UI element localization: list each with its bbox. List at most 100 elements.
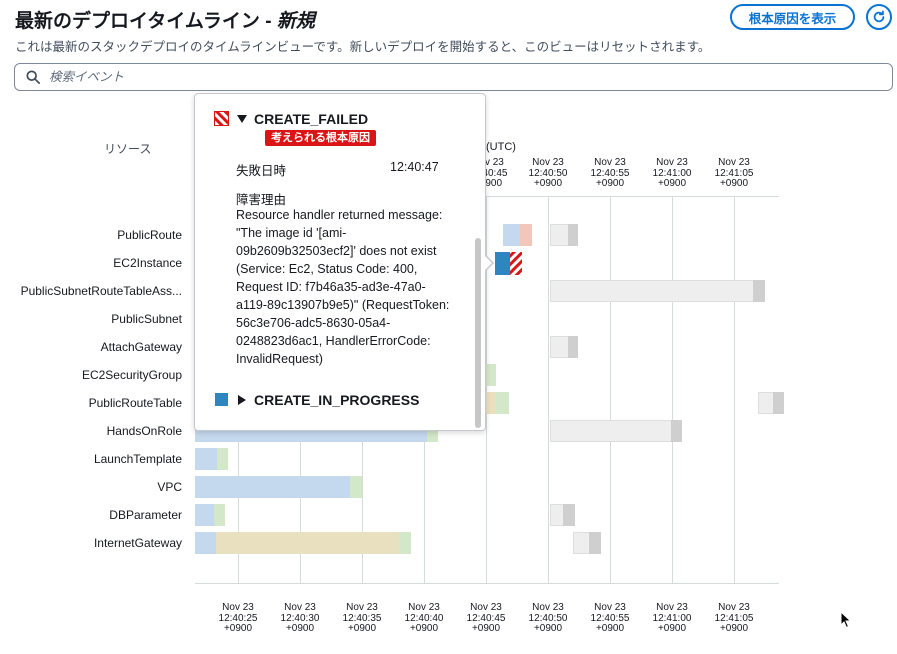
bar-vpc-complete[interactable] xyxy=(350,476,362,498)
failed-status-icon xyxy=(214,111,229,126)
bar-dbparameter-complete[interactable] xyxy=(214,504,225,526)
refresh-icon xyxy=(873,10,885,23)
bar-publicroute-delete-end[interactable] xyxy=(568,224,578,246)
bar-ec2securitygroup-complete[interactable] xyxy=(486,364,496,386)
resource-label[interactable]: DBParameter xyxy=(109,508,182,522)
bar-vpc-progress[interactable] xyxy=(195,476,350,498)
top-tick-date: Nov 23 xyxy=(718,157,750,168)
bar-internetgateway-progress[interactable] xyxy=(195,532,216,554)
search-input[interactable] xyxy=(49,67,869,87)
bar-publicsubnetroutetableass-end[interactable] xyxy=(753,280,765,302)
failure-reason-text: Resource handler returned message: "The … xyxy=(236,208,450,366)
failed-status-label[interactable]: CREATE_FAILED xyxy=(254,111,368,127)
bottom-tick-date: Nov 23 xyxy=(222,602,254,613)
bar-internetgateway-tan[interactable] xyxy=(216,532,399,554)
mouse-cursor-icon xyxy=(840,611,852,629)
bottom-tick-tz: +0900 xyxy=(657,623,687,634)
bar-handsonrole-end[interactable] xyxy=(671,420,682,442)
bottom-tick-tz: +0900 xyxy=(347,623,377,634)
bar-publicroutetable-complete[interactable] xyxy=(496,392,509,414)
top-tick: Nov 23 12:40:50 +0900 xyxy=(518,157,578,190)
failed-time-label: 失敗日時 xyxy=(236,164,287,178)
show-root-cause-button[interactable]: 根本原因を表示 xyxy=(730,4,855,30)
gridline xyxy=(734,196,735,583)
resource-label[interactable]: AttachGateway xyxy=(101,340,182,354)
top-tick-date: Nov 23 xyxy=(656,157,688,168)
bar-dbparameter-progress[interactable] xyxy=(195,504,214,526)
gridline xyxy=(610,196,611,583)
root-cause-badge: 考えられる根本原因 xyxy=(265,130,376,146)
bottom-tick: Nov 23 12:40:40 +0900 xyxy=(394,602,454,635)
resource-label[interactable]: EC2SecurityGroup xyxy=(82,368,182,382)
bottom-tick-tz: +0900 xyxy=(409,623,439,634)
bottom-tick-date: Nov 23 xyxy=(346,602,378,613)
bar-internetgateway-end[interactable] xyxy=(589,532,601,554)
resource-label[interactable]: PublicSubnetRouteTableAss... xyxy=(21,284,182,298)
resource-label[interactable]: LaunchTemplate xyxy=(94,452,182,466)
refresh-button[interactable] xyxy=(866,4,892,30)
grid-bottom-line xyxy=(195,583,779,584)
top-tick: Nov 23 12:41:00 +0900 xyxy=(642,157,702,190)
bottom-tick: Nov 23 12:40:25 +0900 xyxy=(208,602,268,635)
bottom-tick-date: Nov 23 xyxy=(470,602,502,613)
bottom-tick-tz: +0900 xyxy=(471,623,501,634)
bar-launchtemplate-progress[interactable] xyxy=(195,448,217,470)
resource-label[interactable]: VPC xyxy=(157,480,182,494)
resource-label[interactable]: PublicRouteTable xyxy=(89,396,182,410)
ec2instance-failed-marker[interactable] xyxy=(495,252,522,275)
gridline xyxy=(672,196,673,583)
page-subtitle: これは最新のスタックデプロイのタイムラインビューです。新しいデプロイを開始すると… xyxy=(15,40,711,54)
bottom-tick: Nov 23 12:41:05 +0900 xyxy=(704,602,764,635)
bar-attachgateway-end[interactable] xyxy=(568,336,578,358)
bottom-tick: Nov 23 12:41:00 +0900 xyxy=(642,602,702,635)
bar-publicroutetable-progress[interactable] xyxy=(486,392,496,414)
resource-label[interactable]: PublicRoute xyxy=(117,228,182,242)
bar-publicroute-progress[interactable] xyxy=(503,224,520,246)
resource-label[interactable]: InternetGateway xyxy=(94,536,182,550)
page-title: 最新のデプロイタイムライン - 新規 xyxy=(15,11,315,32)
search-box[interactable] xyxy=(14,63,893,91)
bar-publicroute-delete[interactable] xyxy=(550,224,570,246)
search-icon xyxy=(26,70,40,84)
resource-label[interactable]: HandsOnRole xyxy=(107,424,182,438)
top-tick: Nov 23 12:40:55 +0900 xyxy=(580,157,640,190)
bottom-tick-date: Nov 23 xyxy=(656,602,688,613)
resource-column-header: リソース xyxy=(104,142,152,156)
bar-internetgateway-delete[interactable] xyxy=(573,532,590,554)
bottom-tick-date: Nov 23 xyxy=(594,602,626,613)
bottom-tick-tz: +0900 xyxy=(719,623,749,634)
in-progress-status-label[interactable]: CREATE_IN_PROGRESS xyxy=(254,392,419,408)
bar-publicroute-failed[interactable] xyxy=(520,224,532,246)
bar-attachgateway-delete[interactable] xyxy=(550,336,570,358)
bar-launchtemplate-complete[interactable] xyxy=(217,448,228,470)
bottom-tick-date: Nov 23 xyxy=(408,602,440,613)
bar-publicsubnetroutetableass-delete[interactable] xyxy=(550,280,755,302)
popover-pointer-fill xyxy=(485,256,492,270)
bottom-tick-date: Nov 23 xyxy=(532,602,564,613)
caret-right-icon[interactable] xyxy=(237,395,246,405)
bar-handsonrole-delete[interactable] xyxy=(550,420,672,442)
bar-publicroutetable-delete[interactable] xyxy=(758,392,774,414)
page-title-text: 最新のデプロイタイムライン xyxy=(15,11,260,32)
bar-dbparameter-end[interactable] xyxy=(563,504,575,526)
resource-label[interactable]: PublicSubnet xyxy=(111,312,182,326)
bottom-tick-tz: +0900 xyxy=(595,623,625,634)
bottom-tick: Nov 23 12:40:50 +0900 xyxy=(518,602,578,635)
page-title-suffix: 新規 xyxy=(276,11,315,32)
bar-internetgateway-complete[interactable] xyxy=(399,532,411,554)
bottom-tick-date: Nov 23 xyxy=(718,602,750,613)
utc-label: (UTC) xyxy=(486,141,516,153)
gridline xyxy=(548,196,549,583)
top-tick-tz: +0900 xyxy=(719,178,749,189)
caret-down-icon[interactable] xyxy=(237,114,247,124)
bottom-tick: Nov 23 12:40:35 +0900 xyxy=(332,602,392,635)
bottom-tick-date: Nov 23 xyxy=(284,602,316,613)
in-progress-status-icon xyxy=(215,393,228,406)
top-tick-date: Nov 23 xyxy=(594,157,626,168)
popover-scrollbar[interactable] xyxy=(475,238,481,428)
bottom-tick: Nov 23 12:40:45 +0900 xyxy=(456,602,516,635)
bottom-tick: Nov 23 12:40:55 +0900 xyxy=(580,602,640,635)
top-tick-tz: +0900 xyxy=(595,178,625,189)
bar-publicroutetable-end[interactable] xyxy=(773,392,784,414)
resource-label[interactable]: EC2Instance xyxy=(113,256,182,270)
